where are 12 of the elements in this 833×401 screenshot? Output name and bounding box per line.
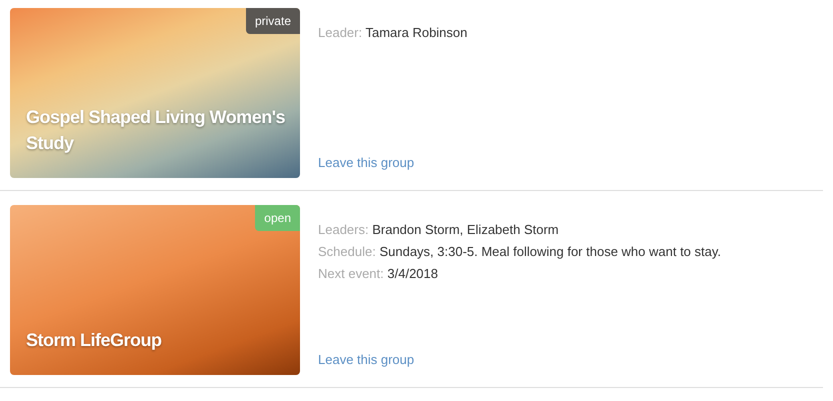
- group-info-text: Next event: 3/4/2018: [318, 265, 439, 283]
- group-info-text: Schedule: Sundays, 3:30-5. Meal following for those who want to stay.: [318, 243, 722, 261]
- group-info-text: Leaders: Brandon Storm, Elizabeth Storm: [318, 221, 560, 239]
- group-info-text: Leader: Tamara Robinson: [318, 24, 468, 42]
- leave-group-link[interactable]: Leave this group: [318, 352, 414, 367]
- leave-group-link[interactable]: Leave this group: [318, 155, 414, 170]
- privacy-badge: open: [255, 205, 300, 231]
- group-title: Gospel Shaped Living Women's Study: [26, 106, 286, 155]
- group-cover-card[interactable]: open Storm LifeGroup: [10, 205, 300, 375]
- privacy-badge: private: [246, 8, 300, 34]
- group-title: Storm LifeGroup: [26, 329, 162, 352]
- group-cover-card[interactable]: private Gospel Shaped Living Women's Study: [10, 8, 300, 178]
